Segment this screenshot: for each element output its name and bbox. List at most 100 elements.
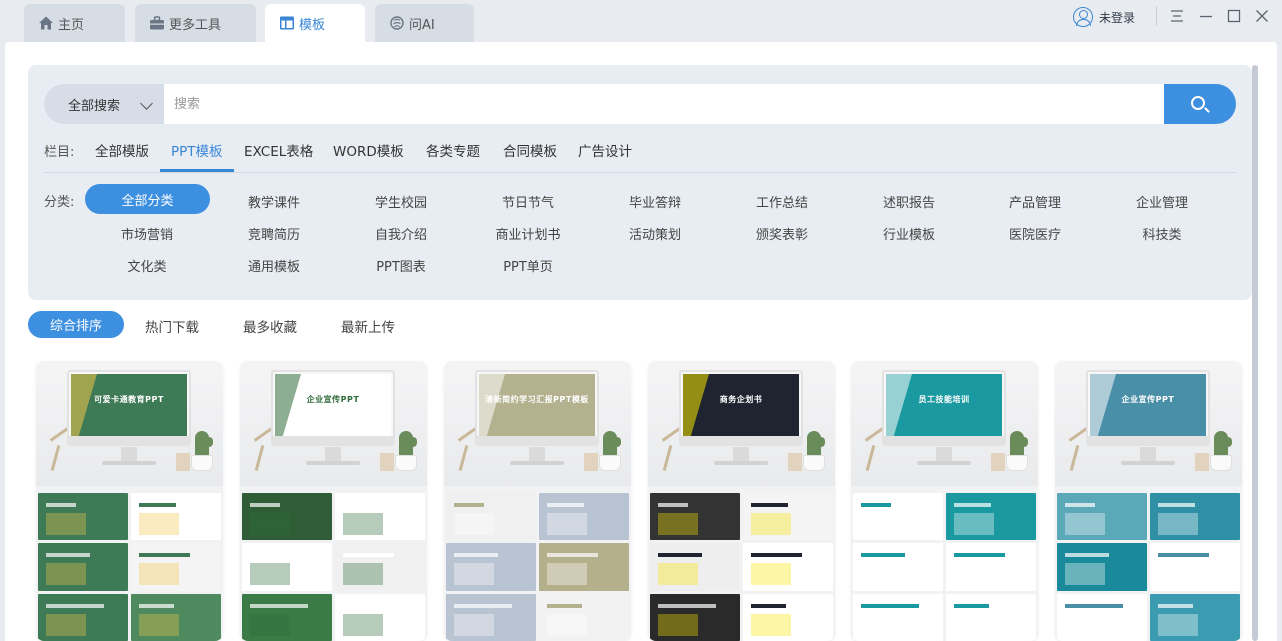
slide-text-line xyxy=(1065,553,1109,558)
column-word[interactable]: WORD模板 xyxy=(333,140,404,160)
vertical-scrollbar[interactable] xyxy=(1252,65,1258,641)
ai-icon xyxy=(390,16,404,30)
sort-hot-downloads[interactable]: 热门下载 xyxy=(145,316,199,336)
desk-lamp-illustration xyxy=(40,423,54,433)
template-preview-image: 企业宣传PPT xyxy=(1055,361,1242,486)
category-item[interactable]: PPT图表 xyxy=(376,256,426,275)
tab-ask-ai[interactable]: 问AI xyxy=(375,4,474,42)
search-button[interactable] xyxy=(1164,84,1236,124)
template-card[interactable]: 商务企划书 xyxy=(648,361,835,641)
slide-image-block xyxy=(658,563,698,586)
monitor-screen: 企业宣传PPT xyxy=(275,374,391,436)
slide-image-block xyxy=(250,513,290,535)
slide-image-block xyxy=(139,563,179,586)
category-item[interactable]: 学生校园 xyxy=(375,192,427,211)
tab-ask-ai-label: 问AI xyxy=(409,17,435,33)
tab-home[interactable]: 主页 xyxy=(24,4,125,42)
slide-thumbnail xyxy=(743,493,833,541)
decor-block xyxy=(380,453,394,471)
slide-text-line xyxy=(1065,603,1123,608)
slide-image-block xyxy=(343,513,383,535)
category-item[interactable]: 市场营销 xyxy=(121,224,173,243)
category-item[interactable]: PPT单页 xyxy=(503,256,553,275)
category-item[interactable]: 颁奖表彰 xyxy=(756,224,808,243)
slide-image-block xyxy=(1158,613,1198,636)
menu-icon[interactable] xyxy=(1169,8,1185,24)
search-scope-dropdown[interactable]: 全部搜索 xyxy=(44,84,164,124)
category-item[interactable]: 教学课件 xyxy=(248,192,300,211)
slide-text-line xyxy=(1065,503,1095,507)
plant-pot xyxy=(1006,455,1028,471)
slide-image-block xyxy=(454,563,494,586)
column-excel[interactable]: EXCEL表格 xyxy=(244,140,313,160)
slide-text-line xyxy=(46,603,104,608)
search-input[interactable] xyxy=(164,84,1164,124)
category-item[interactable]: 活动策划 xyxy=(629,224,681,243)
sort-most-favorited[interactable]: 最多收藏 xyxy=(243,316,297,336)
column-contracts[interactable]: 合同模板 xyxy=(503,140,557,160)
slide-text-line xyxy=(139,503,176,507)
slide-image-block xyxy=(954,563,994,586)
column-label: 栏目: xyxy=(44,145,75,160)
category-item[interactable]: 节日节气 xyxy=(502,192,554,211)
template-card[interactable]: 清新简约学习汇报PPT模板 xyxy=(444,361,631,641)
sort-comprehensive[interactable]: 综合排序 xyxy=(28,311,124,338)
slide-image-block xyxy=(343,563,383,586)
category-item[interactable]: 行业模板 xyxy=(883,224,935,243)
tab-more-tools[interactable]: 更多工具 xyxy=(135,4,256,42)
slide-image-block xyxy=(861,563,901,586)
maximize-icon[interactable] xyxy=(1226,8,1242,24)
category-item[interactable]: 毕业答辩 xyxy=(629,192,681,211)
category-item[interactable]: 述职报告 xyxy=(883,192,935,211)
slide-thumbnail xyxy=(1150,593,1240,641)
slide-image-block xyxy=(46,563,86,586)
slide-thumbnail xyxy=(853,543,943,591)
category-item[interactable]: 文化类 xyxy=(127,256,166,275)
slide-thumbnail xyxy=(743,543,833,591)
desk-lamp-illustration xyxy=(244,423,258,433)
sort-newest[interactable]: 最新上传 xyxy=(341,316,395,336)
tab-templates[interactable]: 模板 xyxy=(265,4,365,42)
template-card[interactable]: 员工技能培训 xyxy=(851,361,1038,641)
slide-text-line xyxy=(658,603,716,608)
screen-accent-shape xyxy=(886,374,912,436)
category-item[interactable]: 企业管理 xyxy=(1136,192,1188,211)
login-link[interactable]: 未登录 xyxy=(1073,6,1135,28)
slide-text-line xyxy=(343,503,380,507)
slide-thumbnail xyxy=(743,593,833,641)
slide-thumbnail xyxy=(38,593,128,641)
slide-thumbnail xyxy=(131,493,221,541)
category-item[interactable]: 通用模板 xyxy=(248,256,300,275)
category-item[interactable]: 自我介绍 xyxy=(375,224,427,243)
category-item[interactable]: 工作总结 xyxy=(756,192,808,211)
slide-thumbnails xyxy=(650,493,833,641)
cactus-illustration xyxy=(603,431,621,457)
login-label: 未登录 xyxy=(1099,10,1136,25)
title-bar-divider xyxy=(1156,6,1157,26)
template-card[interactable]: 企业宣传PPT xyxy=(240,361,427,641)
template-card[interactable]: 可爱卡通教育PPT xyxy=(36,361,223,641)
category-all[interactable]: 全部分类 xyxy=(85,184,210,214)
close-icon[interactable] xyxy=(1254,8,1270,24)
template-card[interactable]: 企业宣传PPT xyxy=(1055,361,1242,641)
column-topics[interactable]: 各类专题 xyxy=(426,140,480,160)
monitor-base xyxy=(917,461,971,465)
column-all-templates[interactable]: 全部模版 xyxy=(95,140,149,160)
column-ad-design[interactable]: 广告设计 xyxy=(578,140,632,160)
category-item[interactable]: 竞聘简历 xyxy=(248,224,300,243)
column-divider xyxy=(44,172,1236,173)
category-item[interactable]: 产品管理 xyxy=(1009,192,1061,211)
slide-thumbnails xyxy=(1057,493,1240,641)
plant-pot xyxy=(599,455,621,471)
cactus-illustration xyxy=(399,431,417,457)
minimize-icon[interactable] xyxy=(1198,8,1214,24)
monitor-stand xyxy=(121,447,137,461)
column-ppt-templates[interactable]: PPT模板 xyxy=(171,140,223,160)
plant-pot xyxy=(803,455,825,471)
slide-image-block xyxy=(658,513,698,535)
slide-image-block xyxy=(1065,513,1105,535)
category-item[interactable]: 科技类 xyxy=(1142,224,1181,243)
slide-thumbnail xyxy=(446,593,536,641)
category-item[interactable]: 医院医疗 xyxy=(1009,224,1061,243)
category-item[interactable]: 商业计划书 xyxy=(495,224,560,243)
